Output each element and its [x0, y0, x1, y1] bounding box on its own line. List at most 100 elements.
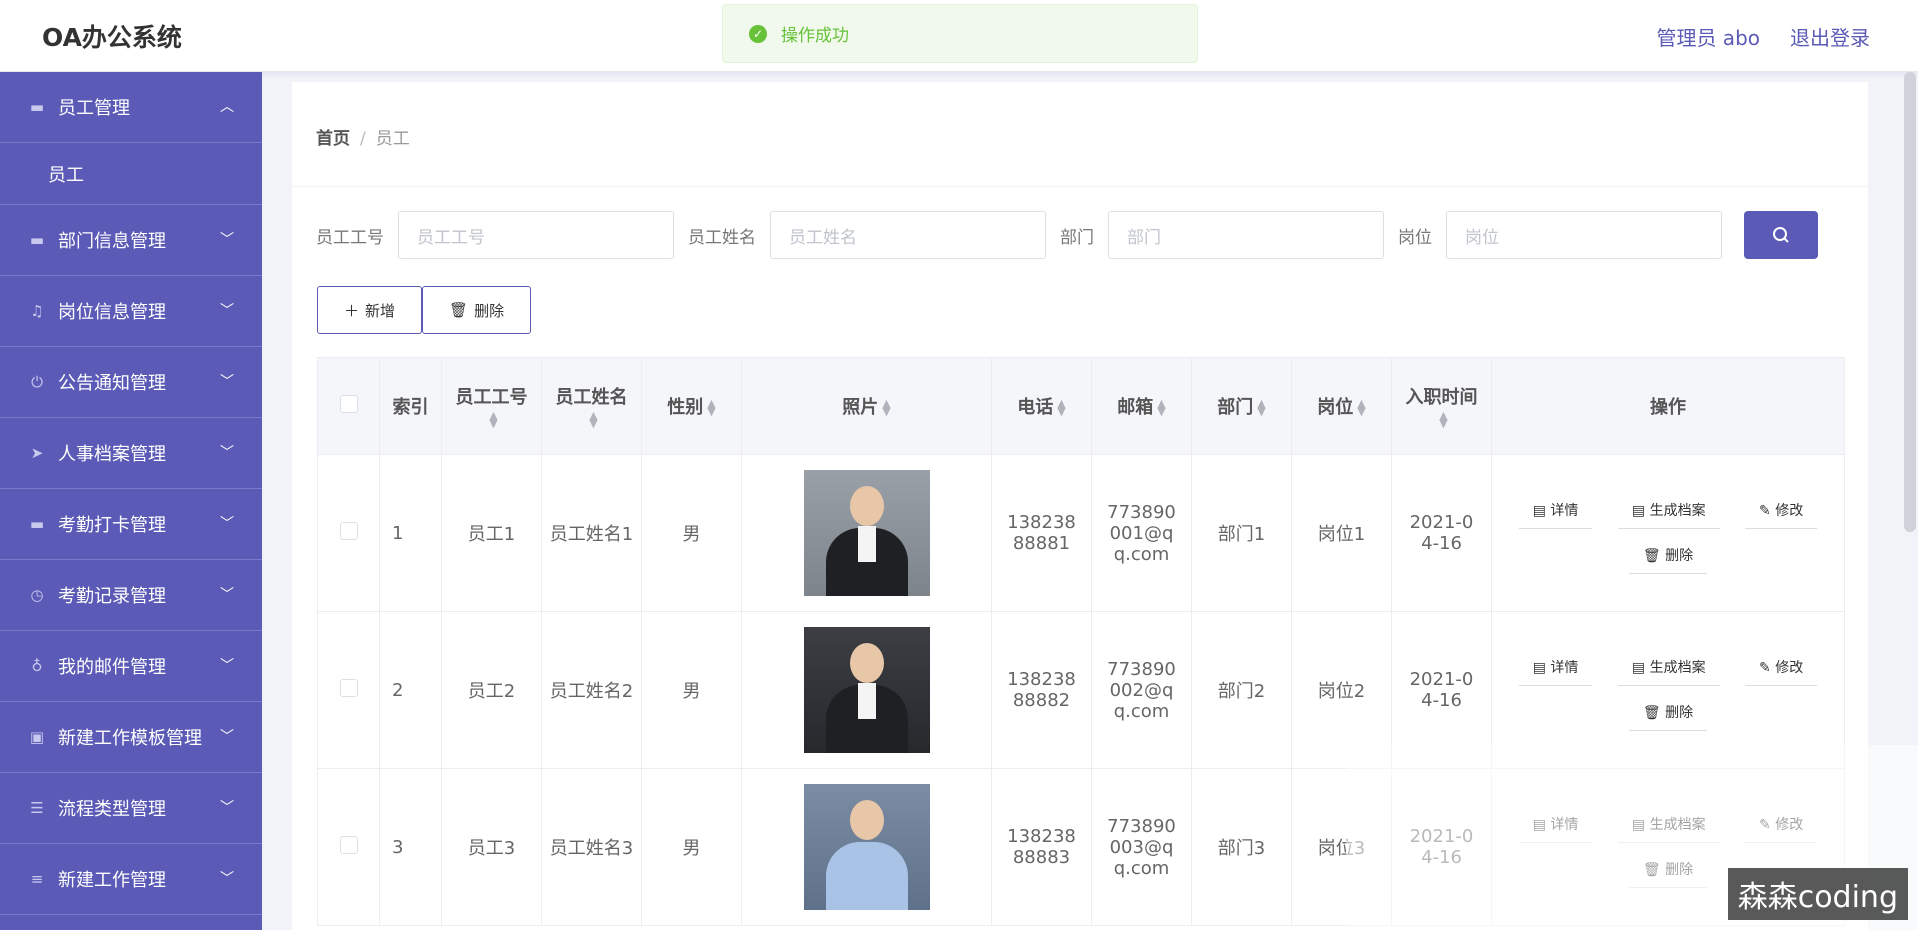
- row-delete-button[interactable]: 🗑 删除: [1628, 537, 1708, 574]
- archive-button[interactable]: ▤ 生成档案: [1617, 492, 1720, 529]
- header-actions: 操作: [1491, 357, 1845, 455]
- checkbox[interactable]: [339, 678, 358, 697]
- sort-icon[interactable]: ▲ ▼: [1257, 398, 1265, 417]
- table-header-row: 索引 员工工号 ▲ ▼ 员工姓名 ▲ ▼ 性别 ▲ ▼ 照片 ▲ ▼ 电话 ▲ ▼ 邮箱 ▲ ▼ 部门 ▲…: [317, 357, 1845, 455]
- send-icon: ➤: [30, 444, 44, 462]
- search-input-name[interactable]: 员工姓名: [770, 211, 1046, 259]
- monitor-icon: ▬: [29, 98, 45, 116]
- breadcrumb-home[interactable]: 首页: [316, 129, 350, 149]
- header-no[interactable]: 员工工号 ▲ ▼: [441, 357, 542, 455]
- employee-photo[interactable]: [803, 470, 930, 596]
- sort-icon[interactable]: ▲ ▼: [882, 398, 890, 417]
- header-phone[interactable]: 电话 ▲ ▼: [991, 357, 1092, 455]
- cell-photo: [741, 454, 992, 612]
- trash-icon: 🗑: [449, 301, 469, 319]
- page-scrollbar[interactable]: [1904, 72, 1916, 532]
- employee-photo[interactable]: [803, 627, 930, 753]
- sidebar-item-notice[interactable]: ⏻ 公告通知管理 ﹀: [0, 347, 262, 418]
- action-label: 详情: [1550, 503, 1579, 519]
- chevron-down-icon: ﹀: [220, 587, 234, 603]
- sort-icon[interactable]: ▲ ▼: [707, 398, 715, 417]
- sidebar-item-clockin[interactable]: ▬ 考勤打卡管理 ﹀: [0, 489, 262, 560]
- search-input-dept[interactable]: 部门: [1108, 211, 1384, 259]
- chevron-up-icon: ︿: [220, 99, 234, 115]
- cell-no: 员工2: [441, 611, 542, 769]
- edit-button[interactable]: ✎ 修改: [1745, 492, 1818, 529]
- breadcrumb-card: 首页 / 员工: [292, 82, 1868, 186]
- row-select[interactable]: [317, 454, 380, 612]
- cell-phone: 13823888881: [991, 454, 1092, 612]
- sidebar-item-employee[interactable]: ▬ 员工管理 ︿: [0, 72, 262, 143]
- power-icon: ⏻: [31, 373, 43, 391]
- action-label: 修改: [1775, 660, 1804, 676]
- delete-button-label: 删除: [474, 301, 505, 320]
- search-input-post[interactable]: 岗位: [1446, 211, 1722, 259]
- checkbox[interactable]: [339, 521, 358, 540]
- search-input-no[interactable]: 员工工号: [398, 211, 674, 259]
- sidebar-item-process-type[interactable]: ☰ 流程类型管理 ﹀: [0, 773, 262, 844]
- add-button[interactable]: ＋ 新增: [317, 286, 423, 334]
- check-circle-icon: ✓: [749, 24, 767, 43]
- cell-no: 员工1: [441, 454, 542, 612]
- sort-icon[interactable]: ▲ ▼: [1057, 398, 1065, 417]
- sidebar-item-new-work[interactable]: ≡ 新建工作管理 ﹀: [0, 844, 262, 915]
- checkbox[interactable]: [339, 394, 358, 413]
- search-label-no: 员工工号: [316, 227, 384, 248]
- breadcrumb-current: 员工: [375, 129, 410, 149]
- employee-photo[interactable]: [803, 784, 930, 910]
- row-select[interactable]: [317, 768, 380, 926]
- sidebar-item-department[interactable]: ▬ 部门信息管理 ﹀: [0, 205, 262, 276]
- logout-link[interactable]: 退出登录: [1790, 22, 1870, 51]
- chevron-down-icon: ﹀: [220, 516, 234, 532]
- cell-photo: [741, 768, 992, 926]
- header-name[interactable]: 员工姓名 ▲ ▼: [541, 357, 642, 455]
- detail-button[interactable]: ▤ 详情: [1518, 492, 1593, 529]
- sidebar-item-label: 人事档案管理: [58, 444, 166, 465]
- sidebar-item-label: 我的邮件管理: [58, 657, 166, 678]
- action-label: 修改: [1775, 503, 1804, 519]
- chevron-down-icon: ﹀: [220, 445, 234, 461]
- edit-button[interactable]: ✎ 修改: [1745, 649, 1818, 686]
- header-email[interactable]: 邮箱 ▲ ▼: [1091, 357, 1192, 455]
- header-photo[interactable]: 照片 ▲ ▼: [741, 357, 992, 455]
- mic-icon: ♁: [31, 657, 43, 675]
- sort-icon[interactable]: ▲ ▼: [589, 410, 597, 429]
- sidebar-subitem-employee[interactable]: 员工: [0, 143, 262, 205]
- header-select-all[interactable]: [317, 357, 380, 455]
- row-select[interactable]: [317, 611, 380, 769]
- sidebar-item-post[interactable]: ♫ 岗位信息管理 ﹀: [0, 276, 262, 347]
- detail-button[interactable]: ▤ 详情: [1518, 649, 1593, 686]
- checkbox[interactable]: [339, 835, 358, 854]
- header-dept[interactable]: 部门 ▲ ▼: [1191, 357, 1292, 455]
- sort-icon[interactable]: ▲ ▼: [1157, 398, 1165, 417]
- sort-icon[interactable]: ▲ ▼: [489, 410, 497, 429]
- sidebar-item-attendance-record[interactable]: ◷ 考勤记录管理 ﹀: [0, 560, 262, 631]
- cell-no: 员工3: [441, 768, 542, 926]
- sidebar-item-hr-archive[interactable]: ➤ 人事档案管理 ﹀: [0, 418, 262, 489]
- current-user[interactable]: 管理员 abo: [1656, 22, 1760, 51]
- cell-name: 员工姓名1: [541, 454, 642, 612]
- sidebar-item-mail[interactable]: ♁ 我的邮件管理 ﹀: [0, 631, 262, 702]
- sidebar-item-label: 员工管理: [58, 98, 130, 119]
- add-button-label: 新增: [365, 301, 396, 320]
- cell-post: 岗位1: [1291, 454, 1392, 612]
- row-delete-button[interactable]: 🗑 删除: [1628, 694, 1708, 731]
- header-label: 员工工号: [455, 386, 528, 408]
- sidebar: ▬ 员工管理 ︿ 员工 ▬ 部门信息管理 ﹀ ♫ 岗位信息管理 ﹀ ⏻ 公告通知…: [0, 72, 262, 930]
- sidebar-item-label: 公告通知管理: [58, 373, 166, 394]
- header-sex[interactable]: 性别 ▲ ▼: [641, 357, 742, 455]
- sort-icon[interactable]: ▲ ▼: [1357, 398, 1365, 417]
- app-logo: OA办公系统: [42, 23, 182, 52]
- action-label: 删除: [1665, 548, 1694, 564]
- action-label: 生成档案: [1649, 503, 1706, 519]
- archive-button[interactable]: ▤ 生成档案: [1617, 649, 1720, 686]
- delete-button[interactable]: 🗑 删除: [422, 286, 532, 334]
- header-date[interactable]: 入职时间 ▲ ▼: [1391, 357, 1492, 455]
- sort-icon[interactable]: ▲ ▼: [1439, 410, 1447, 429]
- header-post[interactable]: 岗位 ▲ ▼: [1291, 357, 1392, 455]
- search-button[interactable]: [1744, 211, 1818, 259]
- delete-file-icon: ▣: [29, 728, 45, 746]
- chevron-down-icon: ﹀: [220, 800, 234, 816]
- clock-icon: ◷: [30, 586, 44, 604]
- sidebar-item-work-template[interactable]: ▣ 新建工作模板管理 ﹀: [0, 702, 262, 773]
